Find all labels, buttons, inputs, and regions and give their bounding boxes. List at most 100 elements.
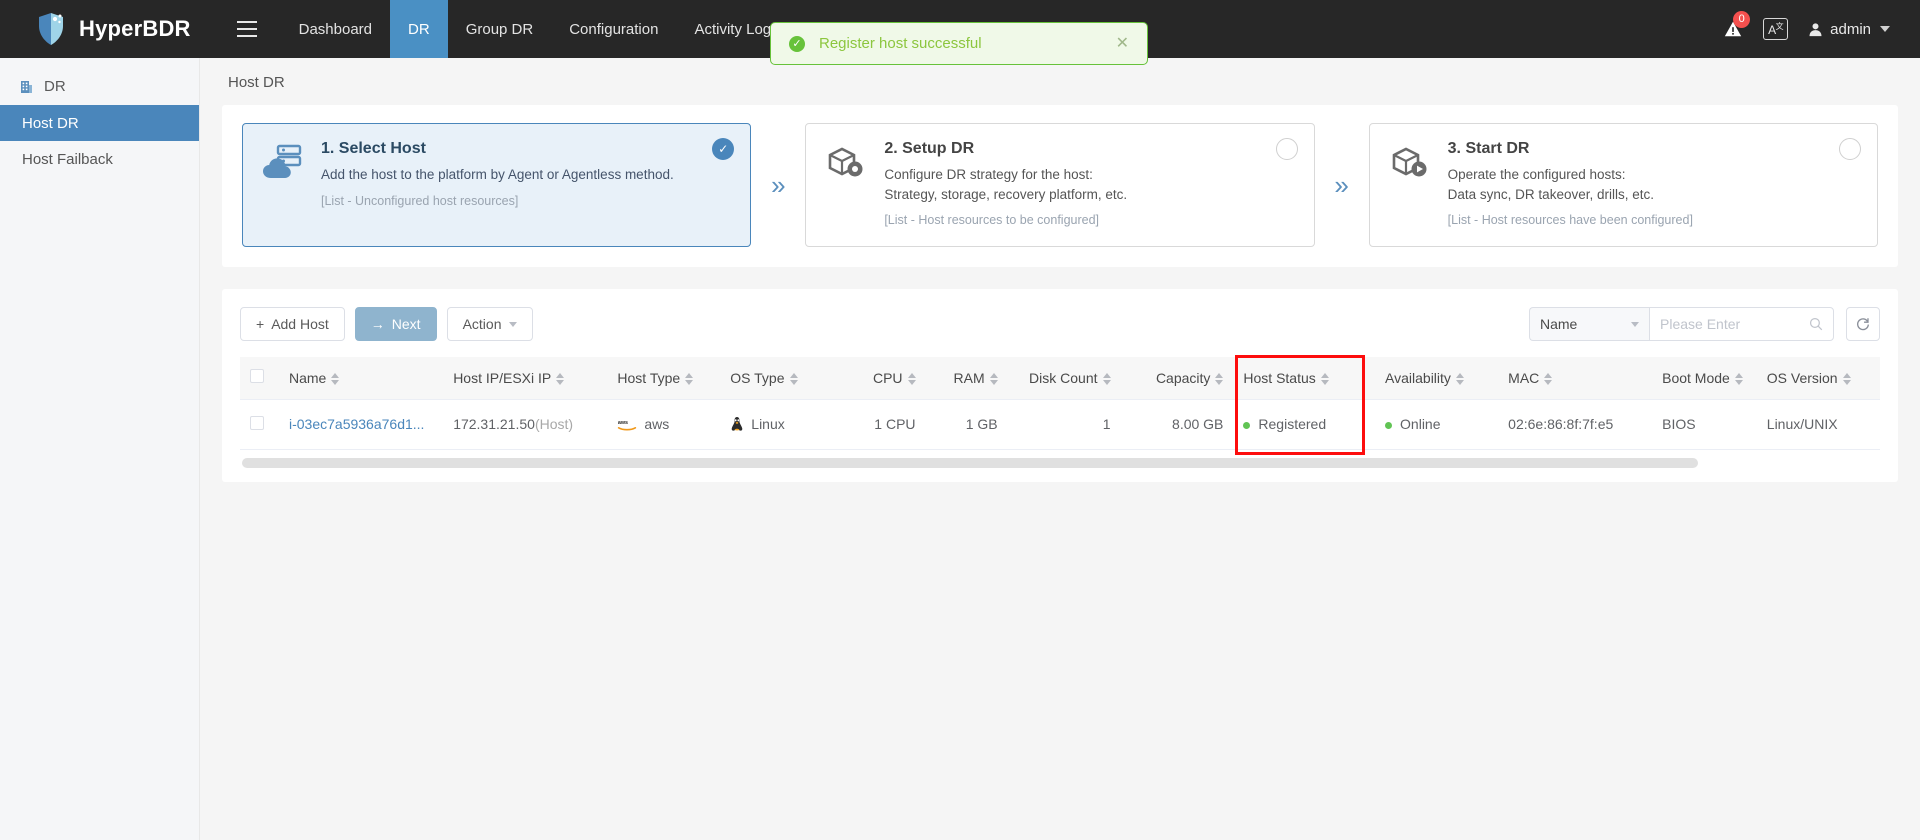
cell-os-version: Linux/UNIX — [1756, 399, 1880, 450]
step-body: 1. Select Host Add the host to the platf… — [321, 140, 732, 232]
main-content: Host DR 1. Select Host Add the host to t… — [200, 58, 1920, 840]
add-host-button[interactable]: + Add Host — [240, 307, 345, 341]
cell-capacity: 8.00 GB — [1120, 399, 1234, 450]
table-row[interactable]: i-03ec7a5936a76d1... 172.31.21.50(Host) … — [240, 399, 1880, 450]
col-label: MAC — [1508, 369, 1540, 386]
toast-close-icon[interactable]: ✕ — [1116, 35, 1129, 52]
host-status-value: Registered — [1258, 416, 1327, 432]
sort-icon[interactable] — [1544, 373, 1553, 386]
plus-icon: + — [256, 316, 265, 332]
sort-icon[interactable] — [789, 373, 798, 386]
col-cpu[interactable]: CPU — [833, 357, 926, 400]
nav-item-group-dr[interactable]: Group DR — [448, 0, 552, 58]
sidebar-item-host-failback[interactable]: Host Failback — [0, 141, 199, 177]
col-os-version[interactable]: OS Version — [1756, 357, 1880, 400]
svg-text:aws: aws — [618, 420, 628, 426]
success-toast: ✓ Register host successful ✕ — [770, 22, 1148, 65]
sort-icon[interactable] — [331, 373, 340, 386]
action-dropdown-button[interactable]: Action — [446, 307, 533, 341]
next-label: Next — [391, 316, 421, 332]
col-mac[interactable]: MAC — [1498, 357, 1653, 400]
row-select-cell — [240, 399, 279, 450]
panel-footer-spacer — [240, 468, 1880, 482]
sort-icon[interactable] — [1215, 373, 1224, 386]
select-all-header — [240, 357, 279, 400]
refresh-button[interactable] — [1846, 307, 1880, 341]
col-label: Availability — [1385, 369, 1451, 386]
row-checkbox[interactable] — [250, 415, 264, 430]
sidebar-item-host-dr[interactable]: Host DR — [0, 105, 199, 141]
search-input[interactable] — [1660, 316, 1809, 332]
col-name[interactable]: Name — [278, 357, 444, 400]
col-host-status[interactable]: Host Status — [1233, 357, 1376, 400]
step-card-setup-dr[interactable]: 2. Setup DR Configure DR strategy for th… — [805, 123, 1315, 247]
col-ram[interactable]: RAM — [925, 357, 1008, 400]
menu-toggle-icon[interactable] — [213, 0, 281, 58]
refresh-icon — [1857, 318, 1869, 331]
scrollbar-thumb[interactable] — [242, 457, 1699, 468]
building-icon — [21, 80, 32, 93]
alerts-button[interactable]: 0 — [1723, 11, 1751, 39]
select-all-checkbox[interactable] — [250, 369, 264, 384]
step-description-line1: Configure DR strategy for the host: — [884, 167, 1093, 182]
col-label: Host Type — [617, 369, 681, 386]
step-card-select-host[interactable]: 1. Select Host Add the host to the platf… — [242, 123, 752, 247]
sidebar: DR Host DR Host Failback — [0, 58, 200, 840]
language-switch-icon[interactable]: A文 — [1763, 18, 1789, 40]
col-capacity[interactable]: Capacity — [1120, 357, 1234, 400]
arrow-right-icon: → — [370, 316, 385, 332]
availability-dot-icon — [1385, 421, 1393, 429]
nav-item-configuration[interactable]: Configuration — [551, 0, 676, 58]
nav-item-dashboard[interactable]: Dashboard — [281, 0, 390, 58]
col-host-ip[interactable]: Host IP/ESXi IP — [443, 357, 608, 400]
cell-cpu: 1 CPU — [833, 399, 926, 450]
step-arrow-1: » — [771, 169, 786, 200]
step-card-start-dr[interactable]: 3. Start DR Operate the configured hosts… — [1368, 123, 1878, 247]
sort-icon[interactable] — [1102, 373, 1111, 386]
table-horizontal-scrollbar[interactable] — [242, 457, 1878, 468]
sort-icon[interactable] — [685, 373, 694, 386]
aws-icon: aws — [618, 420, 637, 431]
col-label: Host IP/ESXi IP — [453, 369, 552, 386]
step-title: 1. Select Host — [321, 140, 426, 157]
add-host-label: Add Host — [271, 316, 329, 332]
table-header-row: Name Host IP/ESXi IP Host Type OS Type C… — [240, 357, 1880, 400]
sidebar-group-label: DR — [44, 78, 66, 95]
user-menu[interactable]: admin — [1808, 21, 1890, 38]
status-dot-icon — [1243, 421, 1251, 429]
step-description: Add the host to the platform by Agent or… — [321, 167, 674, 182]
col-label: Host Status — [1243, 369, 1316, 386]
col-boot-mode[interactable]: Boot Mode — [1652, 357, 1757, 400]
col-availability[interactable]: Availability — [1375, 357, 1499, 400]
next-button[interactable]: → Next — [354, 307, 437, 341]
chevron-down-icon — [1880, 26, 1890, 32]
linux-penguin-icon — [731, 417, 743, 431]
host-list-panel: + Add Host → Next Action Name Please Ent… — [222, 289, 1898, 482]
sort-icon[interactable] — [1734, 373, 1743, 386]
host-table-wrapper: Name Host IP/ESXi IP Host Type OS Type C… — [240, 355, 1880, 455]
col-os-type[interactable]: OS Type — [720, 357, 834, 400]
sort-icon[interactable] — [1320, 373, 1329, 386]
col-host-type[interactable]: Host Type — [607, 357, 721, 400]
col-label: Disk Count — [1029, 369, 1098, 386]
sort-icon[interactable] — [1842, 373, 1851, 386]
col-disk-count[interactable]: Disk Count — [1007, 357, 1121, 400]
host-name-link[interactable]: i-03ec7a5936a76d1... — [289, 416, 424, 432]
sort-icon[interactable] — [1455, 373, 1464, 386]
sort-icon[interactable] — [989, 373, 998, 386]
sort-icon[interactable] — [907, 373, 916, 386]
search-icon[interactable] — [1809, 317, 1823, 331]
cell-host-status: Registered — [1233, 399, 1376, 450]
brand-logo-area[interactable]: HyperBDR — [0, 0, 213, 58]
cloud-server-icon — [261, 140, 305, 232]
os-type-value: Linux — [751, 416, 785, 432]
nav-item-dr[interactable]: DR — [390, 0, 448, 58]
sort-icon[interactable] — [556, 373, 565, 386]
action-label: Action — [462, 316, 502, 332]
step-body: 3. Start DR Operate the configured hosts… — [1448, 140, 1859, 232]
col-label: CPU — [872, 369, 903, 386]
col-label: Capacity — [1155, 369, 1211, 386]
step-title: 3. Start DR — [1447, 140, 1530, 157]
table-toolbar: + Add Host → Next Action Name — [240, 307, 1880, 341]
search-field-select[interactable]: Name — [1529, 307, 1649, 341]
